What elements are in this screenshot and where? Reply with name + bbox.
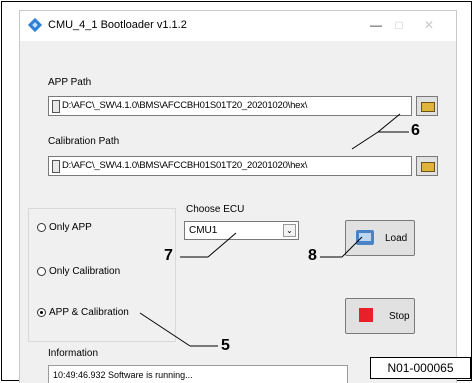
app-path-label: APP Path	[48, 77, 92, 88]
stop-button-label: Stop	[389, 311, 410, 322]
radio-circle	[37, 223, 46, 232]
maximize-button[interactable]: □	[388, 15, 410, 35]
app-path-browse-button[interactable]	[416, 96, 438, 116]
chevron-down-icon: ⌄	[283, 224, 296, 237]
load-icon	[356, 230, 374, 245]
bootloader-window: CMU_4_1 Bootloader v1.1.2 — □ ✕ APP Path…	[19, 10, 457, 383]
close-button[interactable]: ✕	[418, 15, 440, 35]
radio-circle	[37, 267, 46, 276]
stop-icon	[359, 308, 373, 322]
radio-app-and-calibration[interactable]: APP & Calibration	[37, 307, 129, 318]
title-bar: CMU_4_1 Bootloader v1.1.2 — □ ✕	[20, 11, 456, 41]
radio-circle-selected	[37, 308, 46, 317]
calibration-path-field[interactable]: D:\AFC\_SW\4.1.0\BMS\AFCCBH01S01T20_2020…	[48, 156, 412, 176]
load-button-label: Load	[385, 233, 408, 244]
figure-reference-label: N01-000065	[370, 357, 471, 379]
folder-icon	[421, 102, 435, 112]
file-icon	[52, 100, 60, 113]
ecu-select[interactable]: CMU1 ⌄	[184, 221, 299, 240]
log-line: 10:49:46.932 Software is running...	[53, 370, 193, 380]
calibration-path-label: Calibration Path	[48, 136, 120, 147]
information-label: Information	[48, 348, 99, 359]
radio-label: Only APP	[49, 222, 92, 233]
stop-button[interactable]: Stop	[345, 298, 415, 334]
callout-5: 5	[221, 337, 230, 354]
ecu-selected-value: CMU1	[189, 225, 218, 236]
folder-icon	[421, 162, 435, 172]
load-button[interactable]: Load	[345, 220, 415, 256]
calibration-path-browse-button[interactable]	[416, 156, 438, 176]
choose-ecu-label: Choose ECU	[186, 204, 245, 215]
radio-only-calibration[interactable]: Only Calibration	[37, 266, 120, 277]
minimize-button[interactable]: —	[365, 15, 387, 35]
radio-label: Only Calibration	[49, 266, 121, 277]
app-path-field[interactable]: D:\AFC\_SW\4.1.0\BMS\AFCCBH01S01T20_2020…	[48, 96, 412, 116]
radio-only-app[interactable]: Only APP	[37, 222, 92, 233]
information-log[interactable]: 10:49:46.932 Software is running...	[48, 365, 348, 383]
calibration-path-value: D:\AFC\_SW\4.1.0\BMS\AFCCBH01S01T20_2020…	[62, 160, 308, 171]
app-path-value: D:\AFC\_SW\4.1.0\BMS\AFCCBH01S01T20_2020…	[62, 100, 308, 111]
window-title: CMU_4_1 Bootloader v1.1.2	[48, 19, 187, 31]
radio-label: APP & Calibration	[49, 307, 129, 318]
app-icon	[27, 17, 43, 33]
callout-6: 6	[411, 122, 420, 139]
callout-7: 7	[164, 247, 173, 264]
file-icon	[52, 160, 60, 173]
callout-8: 8	[308, 247, 317, 264]
